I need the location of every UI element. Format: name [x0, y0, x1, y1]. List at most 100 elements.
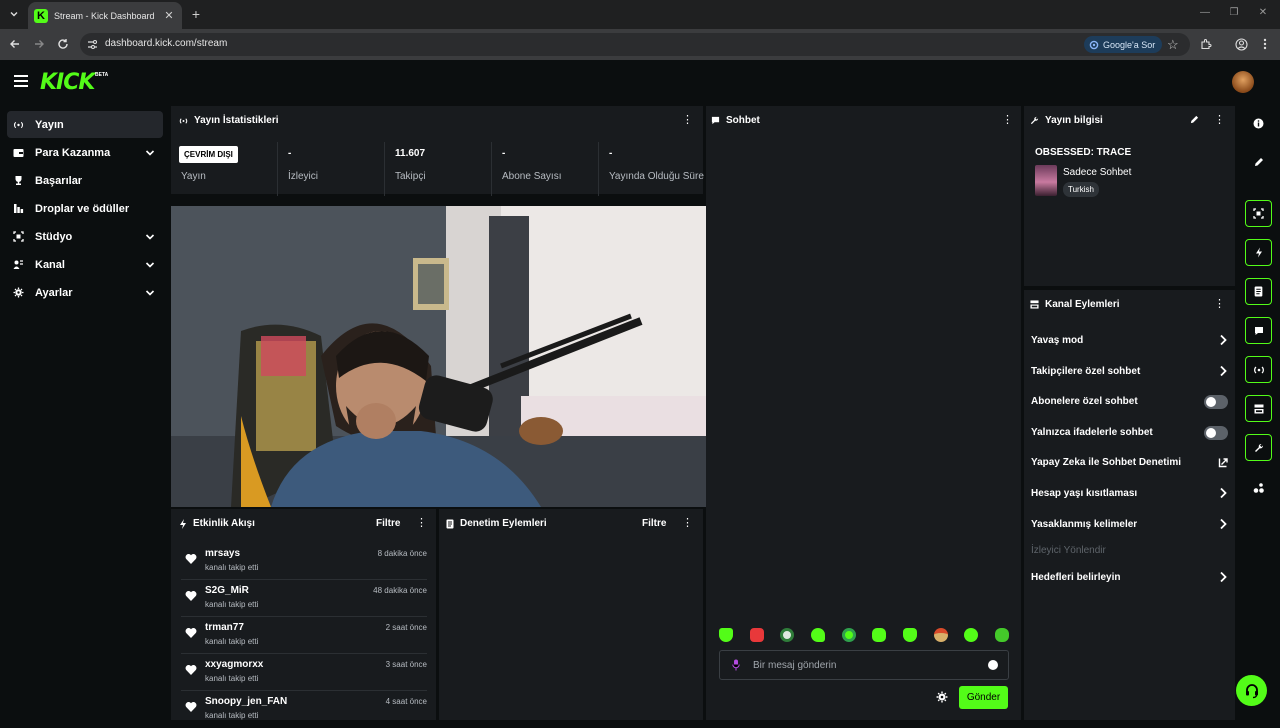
reload-button[interactable]	[55, 36, 71, 52]
channel-actions-menu-icon[interactable]: ⋮	[1214, 299, 1225, 310]
trophy-icon	[13, 175, 24, 186]
tab-close-icon[interactable]: ✕	[162, 9, 176, 22]
edit-rail-button[interactable]	[1245, 148, 1272, 175]
bookmark-star-icon[interactable]: ☆	[1167, 37, 1179, 53]
moderation-panel-header: Denetim Eylemleri	[446, 518, 547, 529]
subscribers-only-row: Abonelere özel sohbet	[1031, 394, 1228, 410]
stream-preview-video[interactable]	[171, 206, 706, 507]
chat-settings-gear-icon[interactable]	[936, 691, 948, 703]
activity-user[interactable]: trman77	[205, 622, 244, 633]
channel-actions-header: Kanal Eylemleri	[1030, 299, 1119, 310]
emote-icon[interactable]	[994, 628, 1009, 642]
info-rail-button[interactable]	[1245, 110, 1272, 137]
kick-logo[interactable]: KICK	[40, 70, 95, 95]
activity-rail-button[interactable]	[1245, 239, 1272, 266]
stream-category[interactable]: Sadece Sohbet	[1063, 167, 1131, 178]
url-text[interactable]: dashboard.kick.com/stream	[105, 38, 227, 49]
activity-filter-button[interactable]: Filtre	[376, 518, 400, 529]
forward-button[interactable]	[31, 36, 47, 52]
emote-icon[interactable]	[780, 628, 795, 642]
site-info-icon[interactable]	[86, 38, 99, 51]
chevron-right-icon	[1220, 487, 1227, 499]
emote-icon[interactable]	[719, 628, 733, 642]
stat-label: Yayında Olduğu Süre	[609, 171, 704, 182]
chat-rail-button[interactable]	[1245, 317, 1272, 344]
subscribers-only-toggle[interactable]	[1204, 395, 1228, 409]
emote-icon[interactable]	[933, 628, 948, 642]
emote-only-toggle[interactable]	[1204, 426, 1228, 440]
microphone-icon[interactable]	[732, 659, 740, 671]
emote-icon[interactable]	[902, 628, 917, 642]
sidebar-item-droplar[interactable]: Droplar ve ödüller	[7, 195, 163, 222]
emote-icon[interactable]	[810, 628, 825, 642]
activity-item: xxyagmorxx kanalı takip etti 3 saat önce	[181, 654, 427, 691]
address-bar[interactable]: dashboard.kick.com/stream Google'a Sor ☆	[80, 33, 1190, 56]
chat-menu-icon[interactable]: ⋮	[1002, 115, 1013, 126]
minimize-icon[interactable]: —	[1198, 7, 1212, 18]
kick-favicon-icon: K	[34, 8, 48, 23]
broadcast-icon	[179, 117, 188, 124]
goals-row[interactable]: Hedefleri belirleyin	[1031, 570, 1228, 586]
emoji-picker-icon[interactable]	[988, 660, 998, 670]
support-button[interactable]	[1236, 675, 1267, 706]
chevron-down-icon	[145, 233, 155, 240]
activity-user[interactable]: S2G_MiR	[205, 585, 249, 596]
gear-icon	[13, 287, 24, 298]
channel-icon	[1030, 300, 1039, 309]
reload-icon	[58, 39, 68, 49]
sidebar-item-basarilar[interactable]: Başarılar	[7, 167, 163, 194]
send-button[interactable]: Gönder	[959, 686, 1008, 709]
studio-rail-button[interactable]	[1245, 200, 1272, 227]
channel-actions-rail-button[interactable]	[1245, 395, 1272, 422]
chevron-right-icon	[1220, 571, 1227, 583]
sidebar-item-kanal[interactable]: Kanal	[7, 251, 163, 278]
activity-user[interactable]: Snoopy_jen_FAN	[205, 696, 287, 707]
emote-icon[interactable]	[749, 628, 764, 642]
activity-user[interactable]: xxyagmorxx	[205, 659, 263, 670]
chat-message-input[interactable]: Bir mesaj gönderin	[719, 650, 1009, 680]
stats-menu-icon[interactable]: ⋮	[682, 115, 693, 126]
moderation-menu-icon[interactable]: ⋮	[682, 518, 693, 529]
stream-info-rail-button[interactable]	[1245, 434, 1272, 461]
sidebar-item-studyo[interactable]: Stüdyo	[7, 223, 163, 250]
arrow-right-icon	[35, 40, 44, 48]
stream-info-menu-icon[interactable]: ⋮	[1214, 115, 1225, 126]
back-button[interactable]	[7, 36, 23, 52]
new-tab-button[interactable]: +	[188, 6, 204, 22]
sidebar-item-label: Para Kazanma	[35, 146, 111, 159]
sidebar-item-yayin[interactable]: Yayın	[7, 111, 163, 138]
followers-only-row[interactable]: Takipçilere özel sohbet	[1031, 364, 1228, 380]
browser-menu-button[interactable]	[1257, 36, 1273, 52]
slow-mode-row[interactable]: Yavaş mod	[1031, 333, 1228, 349]
google-ask-button[interactable]: Google'a Sor	[1084, 36, 1163, 53]
ai-moderation-row[interactable]: Yapay Zeka ile Sohbet Denetimi	[1031, 455, 1228, 471]
activity-menu-icon[interactable]: ⋮	[416, 518, 427, 529]
add-widget-rail-button[interactable]	[1245, 474, 1272, 501]
emote-icon[interactable]	[841, 628, 856, 642]
moderation-rail-button[interactable]	[1245, 278, 1272, 305]
category-thumbnail[interactable]	[1035, 165, 1057, 196]
chevron-down-icon	[145, 149, 155, 156]
pencil-icon[interactable]	[1190, 115, 1199, 124]
profile-button[interactable]	[1233, 36, 1249, 52]
emote-icon[interactable]	[872, 628, 887, 642]
sidebar-item-label: Ayarlar	[35, 286, 73, 299]
activity-user[interactable]: mrsays	[205, 548, 240, 559]
sidebar-item-para-kazanma[interactable]: Para Kazanma	[7, 139, 163, 166]
window-close-icon[interactable]: ✕	[1256, 7, 1270, 18]
extensions-button[interactable]	[1198, 36, 1214, 52]
user-avatar[interactable]	[1232, 71, 1254, 93]
studio-icon	[13, 231, 24, 242]
banned-words-row[interactable]: Yasaklanmış kelimeler	[1031, 517, 1228, 533]
chevron-down-icon	[145, 289, 155, 296]
browser-tab[interactable]: K Stream - Kick Dashboard ✕	[28, 2, 182, 29]
maximize-icon[interactable]: ❐	[1227, 7, 1241, 18]
stats-rail-button[interactable]	[1245, 356, 1272, 383]
menu-icon[interactable]	[14, 75, 28, 87]
sidebar-item-ayarlar[interactable]: Ayarlar	[7, 279, 163, 306]
channel-actions-title: Kanal Eylemleri	[1045, 299, 1120, 310]
emote-icon[interactable]	[964, 628, 979, 642]
tab-search-button[interactable]	[4, 5, 24, 23]
account-age-row[interactable]: Hesap yaşı kısıtlaması	[1031, 486, 1228, 502]
moderation-filter-button[interactable]: Filtre	[642, 518, 666, 529]
